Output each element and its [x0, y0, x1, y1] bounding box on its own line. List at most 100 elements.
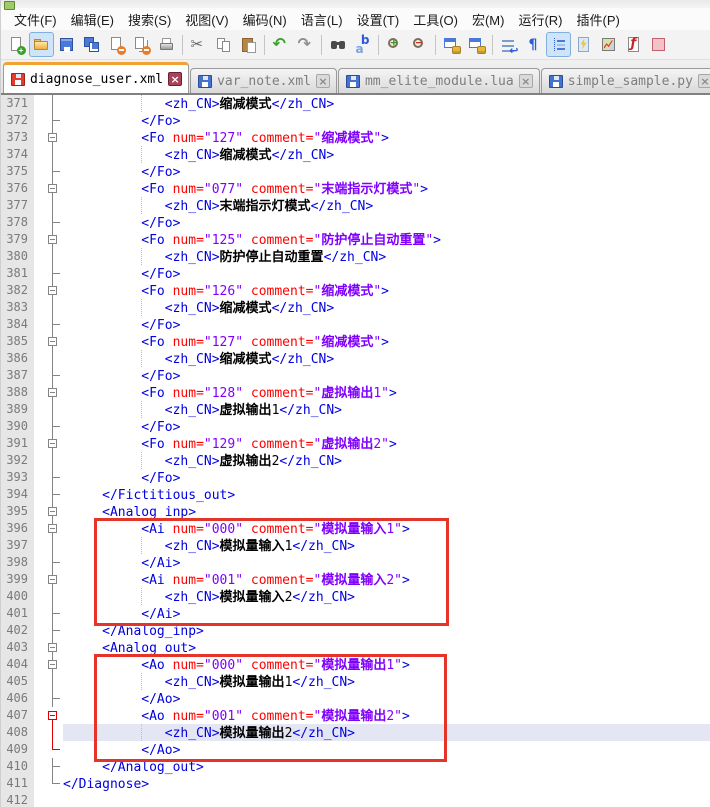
fold-toggle-icon[interactable] [34, 384, 63, 401]
code-line-377[interactable]: 377 <zh_CN>末端指示灯模式</zh_CN> [1, 197, 710, 214]
zoom-out-button[interactable] [407, 32, 432, 57]
menu-item-2[interactable]: 编辑(E) [64, 8, 121, 30]
code-line-394[interactable]: 394 </Fictitious_out> [1, 486, 710, 503]
code-line-372[interactable]: 372 </Fo> [1, 112, 710, 129]
menu-item-1[interactable]: 文件(F) [7, 8, 64, 30]
code-line-385[interactable]: 385 <Fo num="127" comment="缩减模式"> [1, 333, 710, 350]
close-tab-icon[interactable]: × [168, 72, 182, 86]
code-line-384[interactable]: 384 </Fo> [1, 316, 710, 333]
new-file-button[interactable] [4, 32, 29, 57]
fold-toggle-icon[interactable] [34, 656, 63, 673]
code-line-403[interactable]: 403 <Analog_out> [1, 639, 710, 656]
code-line-375[interactable]: 375 </Fo> [1, 163, 710, 180]
code-line-410[interactable]: 410 </Analog_out> [1, 758, 710, 775]
sync-horizontal-button[interactable] [464, 32, 489, 57]
code-line-387[interactable]: 387 </Fo> [1, 367, 710, 384]
save-all-button[interactable] [79, 32, 104, 57]
code-line-391[interactable]: 391 <Fo num="129" comment="虚拟输出2"> [1, 435, 710, 452]
code-line-383[interactable]: 383 <zh_CN>缩减模式</zh_CN> [1, 299, 710, 316]
menu-item-9[interactable]: 宏(M) [465, 8, 512, 30]
print-button[interactable] [154, 32, 179, 57]
code-line-402[interactable]: 402 </Analog_inp> [1, 622, 710, 639]
fold-toggle-icon[interactable] [34, 282, 63, 299]
code-line-406[interactable]: 406 </Ao> [1, 690, 710, 707]
document-map-button[interactable] [596, 32, 621, 57]
code-line-378[interactable]: 378 </Fo> [1, 214, 710, 231]
fold-toggle-icon[interactable] [34, 639, 63, 656]
code-line-379[interactable]: 379 <Fo num="125" comment="防护停止自动重置"> [1, 231, 710, 248]
undo-button[interactable] [268, 32, 293, 57]
code-line-388[interactable]: 388 <Fo num="128" comment="虚拟输出1"> [1, 384, 710, 401]
replace-button[interactable] [350, 32, 375, 57]
code-line-393[interactable]: 393 </Fo> [1, 469, 710, 486]
menu-item-11[interactable]: 插件(P) [570, 8, 627, 30]
zoom-in-button[interactable] [382, 32, 407, 57]
menu-item-6[interactable]: 语言(L) [294, 8, 350, 30]
code-line-408[interactable]: 408 <zh_CN>模拟量输出2</zh_CN> [1, 724, 710, 741]
code-line-390[interactable]: 390 </Fo> [1, 418, 710, 435]
menu-item-4[interactable]: 视图(V) [178, 8, 235, 30]
code-line-401[interactable]: 401 </Ai> [1, 605, 710, 622]
code-line-412[interactable]: 412 [1, 792, 710, 807]
close-tab-icon[interactable]: × [698, 74, 710, 88]
fold-toggle-icon[interactable] [34, 707, 63, 724]
code-line-389[interactable]: 389 <zh_CN>虚拟输出1</zh_CN> [1, 401, 710, 418]
fold-toggle-icon[interactable] [34, 129, 63, 146]
lightning-button[interactable] [571, 32, 596, 57]
code-line-407[interactable]: 407 <Ao num="001" comment="模拟量输出2"> [1, 707, 710, 724]
paste-button[interactable] [236, 32, 261, 57]
code-line-371[interactable]: 371 <zh_CN>缩减模式</zh_CN> [1, 95, 710, 112]
code-line-382[interactable]: 382 <Fo num="126" comment="缩减模式"> [1, 282, 710, 299]
show-all-characters-button[interactable] [521, 32, 546, 57]
sync-vertical-button[interactable] [439, 32, 464, 57]
fold-toggle-icon[interactable] [34, 180, 63, 197]
menu-item-8[interactable]: 工具(O) [406, 8, 465, 30]
fold-toggle-icon[interactable] [34, 435, 63, 452]
code-line-373[interactable]: 373 <Fo num="127" comment="缩减模式"> [1, 129, 710, 146]
save-button[interactable] [54, 32, 79, 57]
code-line-399[interactable]: 399 <Ai num="001" comment="模拟量输入2"> [1, 571, 710, 588]
code-line-380[interactable]: 380 <zh_CN>防护停止自动重置</zh_CN> [1, 248, 710, 265]
code-line-396[interactable]: 396 <Ai num="000" comment="模拟量输入1"> [1, 520, 710, 537]
find-button[interactable] [325, 32, 350, 57]
code-line-409[interactable]: 409 </Ao> [1, 741, 710, 758]
fold-toggle-icon[interactable] [34, 503, 63, 520]
close-all-button[interactable] [129, 32, 154, 57]
tab-diagnose_user.xml[interactable]: diagnose_user.xml× [3, 62, 189, 93]
code-line-392[interactable]: 392 <zh_CN>虚拟输出2</zh_CN> [1, 452, 710, 469]
menu-item-7[interactable]: 设置(T) [350, 8, 407, 30]
cut-button[interactable] [186, 32, 211, 57]
function-list-button[interactable] [621, 32, 646, 57]
menu-item-3[interactable]: 搜索(S) [121, 8, 178, 30]
code-line-397[interactable]: 397 <zh_CN>模拟量输入1</zh_CN> [1, 537, 710, 554]
code-line-404[interactable]: 404 <Ao num="000" comment="模拟量输出1"> [1, 656, 710, 673]
redo-button[interactable] [293, 32, 318, 57]
tab-var_note.xml[interactable]: var_note.xml× [190, 68, 337, 93]
tab-mm_elite_module.lua[interactable]: mm_elite_module.lua× [338, 68, 540, 93]
editor[interactable]: 371 <zh_CN>缩减模式</zh_CN>372 </Fo>373 <Fo … [1, 93, 710, 807]
code-line-376[interactable]: 376 <Fo num="077" comment="末端指示灯模式"> [1, 180, 710, 197]
word-wrap-button[interactable] [496, 32, 521, 57]
indent-guide-button[interactable] [546, 32, 571, 57]
close-tab-icon[interactable]: × [519, 74, 533, 88]
fold-toggle-icon[interactable] [34, 231, 63, 248]
fold-toggle-icon[interactable] [34, 520, 63, 537]
code-line-411[interactable]: 411</Diagnose> [1, 775, 710, 792]
close-file-button[interactable] [104, 32, 129, 57]
fold-toggle-icon[interactable] [34, 571, 63, 588]
copy-button[interactable] [211, 32, 236, 57]
menu-item-5[interactable]: 编码(N) [236, 8, 294, 30]
code-line-386[interactable]: 386 <zh_CN>缩减模式</zh_CN> [1, 350, 710, 367]
fold-toggle-icon[interactable] [34, 333, 63, 350]
code-line-405[interactable]: 405 <zh_CN>模拟量输出1</zh_CN> [1, 673, 710, 690]
tab-simple_sample.py[interactable]: simple_sample.py× [541, 68, 710, 93]
code-line-395[interactable]: 395 <Analog_inp> [1, 503, 710, 520]
code-line-374[interactable]: 374 <zh_CN>缩减模式</zh_CN> [1, 146, 710, 163]
monitoring-button[interactable] [646, 32, 671, 57]
code-line-400[interactable]: 400 <zh_CN>模拟量输入2</zh_CN> [1, 588, 710, 605]
close-tab-icon[interactable]: × [316, 74, 330, 88]
code-line-381[interactable]: 381 </Fo> [1, 265, 710, 282]
open-file-button[interactable] [29, 32, 54, 57]
menu-item-10[interactable]: 运行(R) [511, 8, 569, 30]
code-line-398[interactable]: 398 </Ai> [1, 554, 710, 571]
